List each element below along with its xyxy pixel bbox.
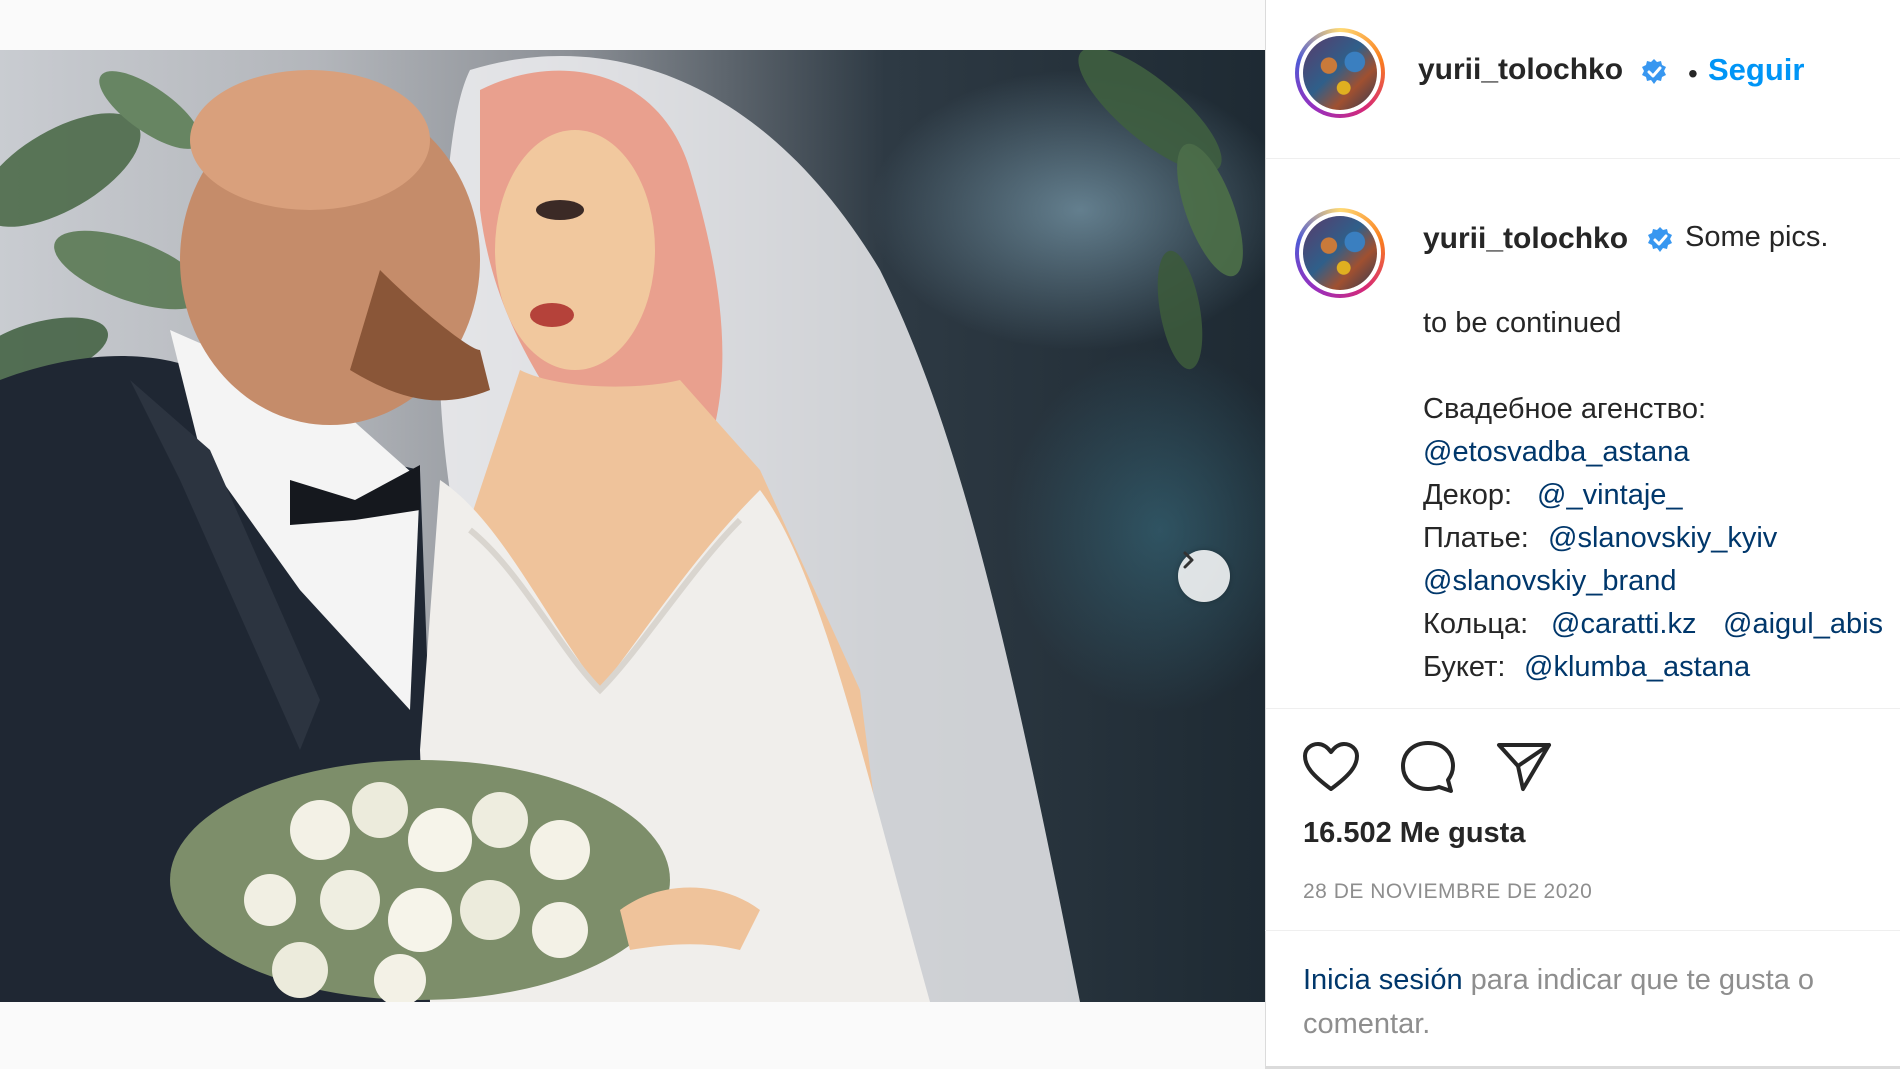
login-prompt: Inicia sesión para indicar que te gusta … bbox=[1303, 958, 1893, 1046]
caption-first-line: Some pics. bbox=[1685, 221, 1829, 253]
mention-link[interactable]: @_vintaje_ bbox=[1537, 474, 1683, 517]
heart-icon[interactable] bbox=[1302, 741, 1360, 793]
caption-avatar[interactable] bbox=[1295, 208, 1385, 298]
verified-badge-icon bbox=[1642, 59, 1666, 84]
comment-bubble-icon[interactable] bbox=[1398, 739, 1458, 795]
caption-line: to be continued bbox=[1423, 307, 1622, 339]
caption-username[interactable]: yurii_tolochko bbox=[1423, 222, 1628, 256]
post-photo bbox=[0, 50, 1265, 1002]
caption-decor-label: Декор: bbox=[1423, 479, 1513, 511]
verified-badge-icon bbox=[1648, 227, 1672, 252]
foliage-right bbox=[1078, 50, 1243, 370]
mention-link[interactable]: @slanovskiy_kyiv bbox=[1548, 517, 1777, 560]
mention-link[interactable]: @etosvadba_astana bbox=[1423, 431, 1689, 474]
bride-face bbox=[495, 130, 655, 370]
avatar bbox=[1303, 216, 1377, 290]
header-username[interactable]: yurii_tolochko bbox=[1418, 53, 1623, 87]
avatar bbox=[1303, 36, 1377, 110]
media-top-background bbox=[0, 0, 1265, 50]
wedding-photo-illustration bbox=[0, 50, 1243, 1002]
follow-button[interactable]: Seguir bbox=[1708, 52, 1804, 88]
header-avatar[interactable] bbox=[1295, 28, 1385, 118]
post-date: 28 DE NOVIEMBRE DE 2020 bbox=[1303, 880, 1593, 903]
mention-link[interactable]: @klumba_astana bbox=[1524, 646, 1750, 689]
caption-dress-label: Платье: bbox=[1423, 522, 1529, 554]
mention-link[interactable]: @slanovskiy_brand bbox=[1423, 560, 1677, 603]
caption-agency-label: Свадебное агенство: bbox=[1423, 393, 1707, 425]
login-link[interactable]: Inicia sesión bbox=[1303, 964, 1463, 996]
likes-count[interactable]: 16.502 Me gusta bbox=[1303, 817, 1525, 850]
mention-link[interactable]: @caratti.kz bbox=[1551, 603, 1696, 646]
caption-bouquet-label: Букет: bbox=[1423, 651, 1506, 683]
carousel-next-button[interactable] bbox=[1178, 550, 1230, 602]
mention-link[interactable]: @aigul_abis bbox=[1723, 603, 1900, 646]
chevron-right-icon bbox=[1183, 551, 1194, 569]
caption-rings-label: Кольца: bbox=[1423, 608, 1529, 640]
paper-plane-icon[interactable] bbox=[1495, 740, 1553, 792]
separator-dot: • bbox=[1688, 58, 1698, 89]
media-bottom-background bbox=[0, 1002, 1265, 1069]
